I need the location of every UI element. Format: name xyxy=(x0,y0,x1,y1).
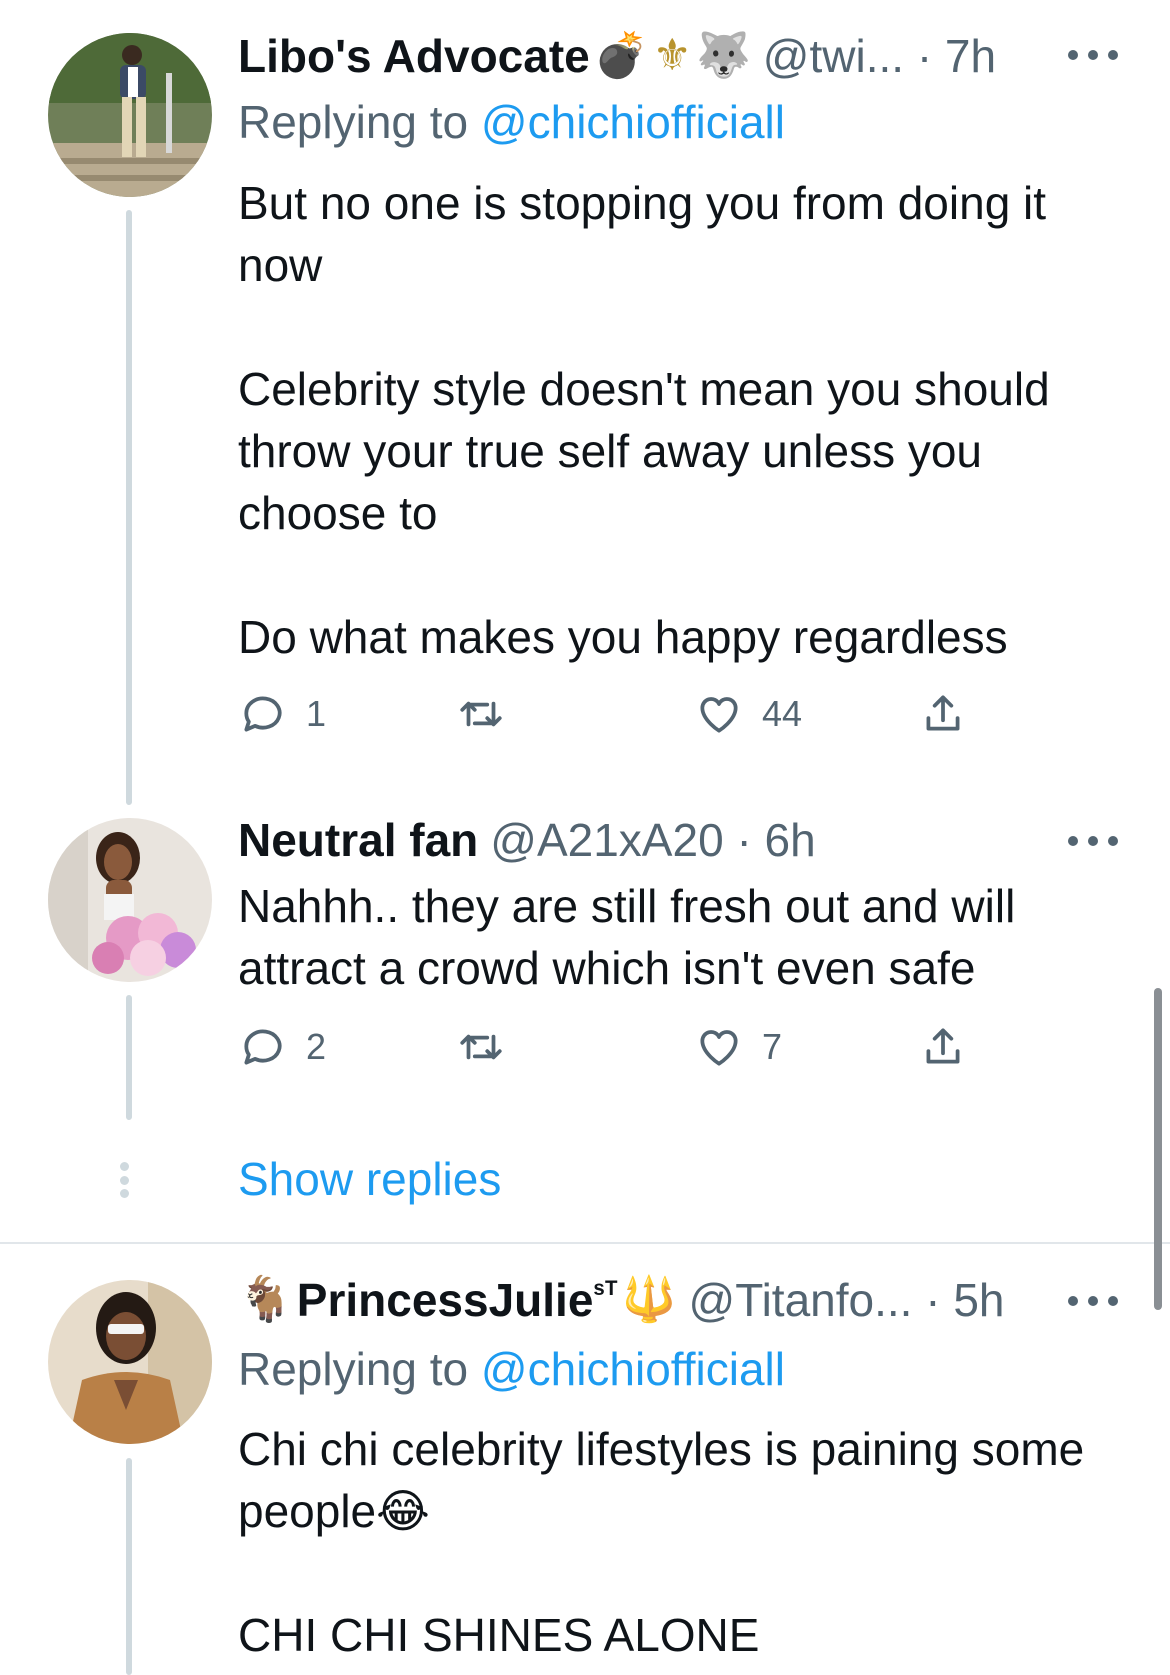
like-icon xyxy=(700,697,738,733)
tweet-paragraph: But no one is stopping you from doing it… xyxy=(238,177,1047,291)
reply-button[interactable]: 1 xyxy=(238,689,326,739)
replying-to: Replying to @chichiofficiall xyxy=(238,1342,785,1396)
share-icon xyxy=(926,695,960,731)
tweet-header: Libo's Advocate 💣 ⚜ 🐺 @twi... · 7h xyxy=(238,28,1060,84)
avatar[interactable] xyxy=(48,33,212,197)
tweet-text: Nahhh.. they are still fresh out and wil… xyxy=(238,875,1118,999)
retweet-icon xyxy=(460,1034,502,1060)
handle-and-time[interactable]: @Titanfo... · 5h xyxy=(689,1273,1005,1327)
share-icon xyxy=(926,1028,960,1064)
wolf-emoji: 🐺 xyxy=(696,31,751,80)
tweet-actions: 1 44 xyxy=(238,689,978,739)
tweet-text: But no one is stopping you from doing it… xyxy=(238,172,1118,668)
goat-emoji: 🐐 xyxy=(238,1275,293,1324)
tweet-paragraph: Celebrity style doesn't mean you should … xyxy=(238,363,1050,539)
replying-handle-link[interactable]: @chichiofficiall xyxy=(481,96,785,148)
like-count: 44 xyxy=(762,693,803,734)
replying-handle-link[interactable]: @chichiofficiall xyxy=(481,1343,785,1395)
share-button[interactable] xyxy=(918,1022,968,1072)
replying-to: Replying to @chichiofficiall xyxy=(238,95,785,149)
reply-count: 1 xyxy=(306,693,327,734)
name-superscript: ˢᵀ xyxy=(593,1276,618,1309)
tweet-paragraph: Nahhh.. they are still fresh out and wil… xyxy=(238,880,1016,994)
avatar[interactable] xyxy=(48,818,212,982)
more-icon[interactable] xyxy=(1068,826,1118,856)
like-icon xyxy=(700,1030,738,1066)
handle-and-time[interactable]: @A21xA20 · 6h xyxy=(490,813,815,867)
more-icon[interactable] xyxy=(1068,40,1118,70)
trident-emoji: 🔱 xyxy=(621,1275,677,1324)
display-name[interactable]: PrincessJulie xyxy=(297,1273,594,1327)
thread-line xyxy=(126,210,132,805)
thread-continuation-dots xyxy=(120,1162,132,1198)
show-replies-link[interactable]: Show replies xyxy=(238,1152,501,1206)
like-button[interactable]: 44 xyxy=(694,689,802,739)
tweet-paragraph: Do what makes you happy regardless xyxy=(238,611,1008,663)
bomb-emoji: 💣 xyxy=(593,31,649,80)
display-name[interactable]: Libo's Advocate xyxy=(238,29,590,83)
retweet-button[interactable] xyxy=(456,689,506,739)
retweet-button[interactable] xyxy=(456,1022,506,1072)
tweet-header: 🐐 PrincessJulie ˢᵀ 🔱 @Titanfo... · 5h xyxy=(238,1272,1060,1328)
more-icon[interactable] xyxy=(1068,1286,1118,1316)
reply-count: 2 xyxy=(306,1026,327,1067)
thread-line xyxy=(126,1458,132,1675)
retweet-icon xyxy=(460,701,502,727)
tweet-header: Neutral fan @A21xA20 · 6h xyxy=(238,812,1060,868)
handle-and-time[interactable]: @twi... · 7h xyxy=(763,29,996,83)
divider xyxy=(0,1242,1170,1244)
like-count: 7 xyxy=(762,1026,783,1067)
avatar[interactable] xyxy=(48,1280,212,1444)
reply-icon xyxy=(244,1029,282,1065)
fleur-de-lis-emoji: ⚜ xyxy=(652,31,692,80)
tweet-actions: 2 7 xyxy=(238,1022,978,1072)
tweet-text: Chi chi celebrity lifestyles is paining … xyxy=(238,1418,1118,1666)
thread-line xyxy=(126,995,132,1120)
display-name[interactable]: Neutral fan xyxy=(238,813,478,867)
reply-button[interactable]: 2 xyxy=(238,1022,326,1072)
like-button[interactable]: 7 xyxy=(694,1022,782,1072)
share-button[interactable] xyxy=(918,689,968,739)
scrollbar[interactable] xyxy=(1154,988,1162,1310)
tweet-paragraph: Chi chi celebrity lifestyles is paining … xyxy=(238,1423,1085,1537)
replying-prefix: Replying to xyxy=(238,96,481,148)
reply-icon xyxy=(244,696,282,732)
replying-prefix: Replying to xyxy=(238,1343,481,1395)
tweet-paragraph: CHI CHI SHINES ALONE xyxy=(238,1609,760,1661)
